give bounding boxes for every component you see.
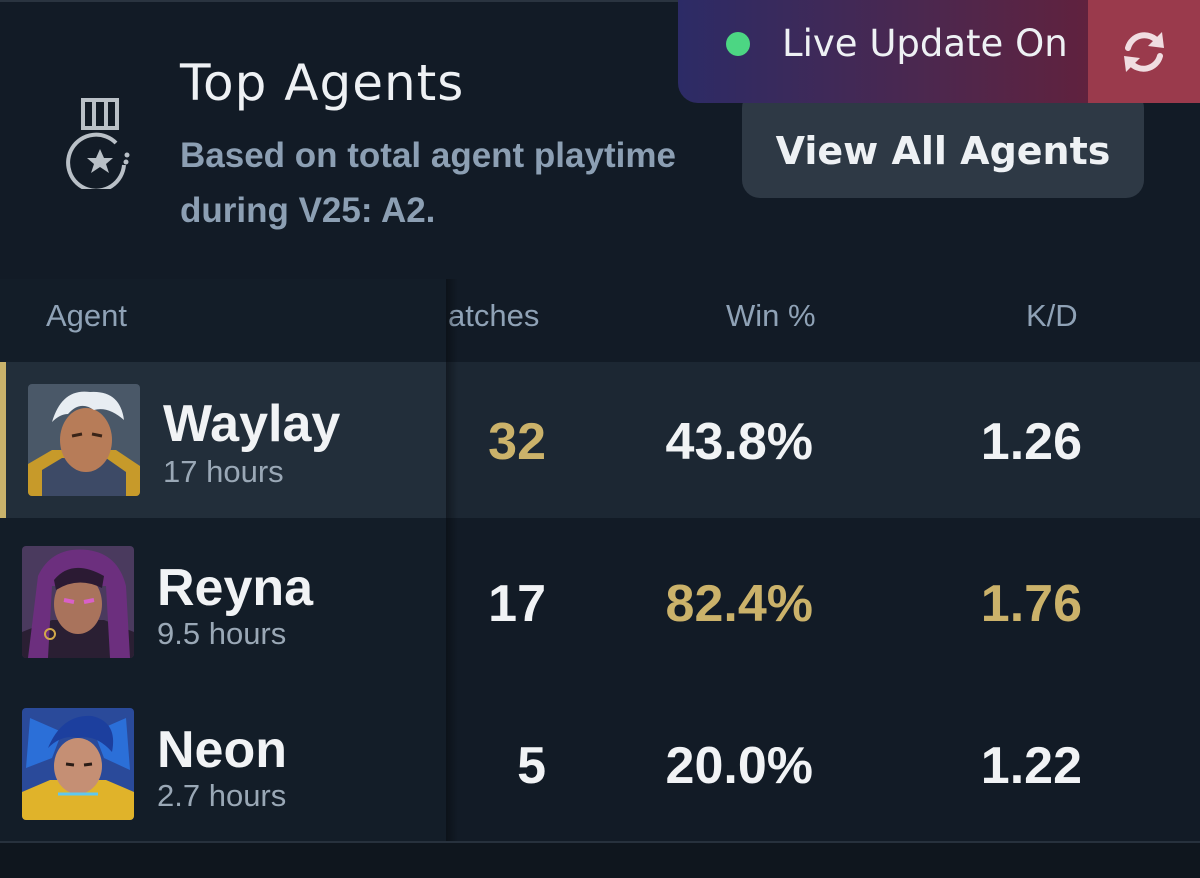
matches-value: 5 [517,737,546,795]
table-row-waylay[interactable]: Waylay 17 hours 32 43.8% 1.26 [0,362,1200,518]
agent-avatar-waylay [28,384,140,496]
agent-name: Waylay [163,395,341,453]
agent-playtime: 17 hours [163,454,284,489]
win-rate-value: 82.4% [665,575,813,633]
table-row-neon[interactable]: Neon 2.7 hours 5 20.0% 1.22 [0,686,1200,842]
matches-value: 32 [488,413,546,471]
column-header-matches[interactable]: atches [448,298,539,334]
live-update-banner[interactable]: Live Update On [678,0,1200,103]
kd-value: 1.76 [980,575,1082,633]
agent-name: Reyna [157,559,314,617]
sticky-column-shadow [446,279,458,843]
agent-playtime: 2.7 hours [157,778,287,813]
column-header-agent[interactable]: Agent [46,298,127,334]
agent-playtime: 9.5 hours [157,616,287,651]
view-all-agents-button[interactable]: View All Agents [742,90,1144,198]
kd-value: 1.22 [980,737,1082,795]
page-title: Top Agents [180,54,465,112]
column-header-win-rate[interactable]: Win % [726,298,816,334]
table-row-reyna[interactable]: Reyna 9.5 hours 17 82.4% 1.76 [0,524,1200,680]
top-agents-card: Top Agents Based on total agent playtime… [0,0,1200,844]
medal-icon [66,98,130,189]
kd-value: 1.26 [980,413,1082,471]
win-rate-value: 20.0% [665,737,813,795]
agent-avatar-reyna [22,546,134,658]
agent-avatar-neon [22,708,134,820]
refresh-icon [1124,31,1164,72]
page-subtitle: Based on total agent playtime during V25… [180,136,676,230]
live-status-dot [726,32,750,56]
matches-value: 17 [488,575,546,633]
agent-name: Neon [157,721,287,779]
live-update-label: Live Update On [782,22,1068,65]
selection-indicator [0,362,6,518]
column-header-kd[interactable]: K/D [1026,298,1078,334]
footer [0,843,1200,878]
refresh-button[interactable] [1088,0,1200,103]
win-rate-value: 43.8% [665,413,813,471]
